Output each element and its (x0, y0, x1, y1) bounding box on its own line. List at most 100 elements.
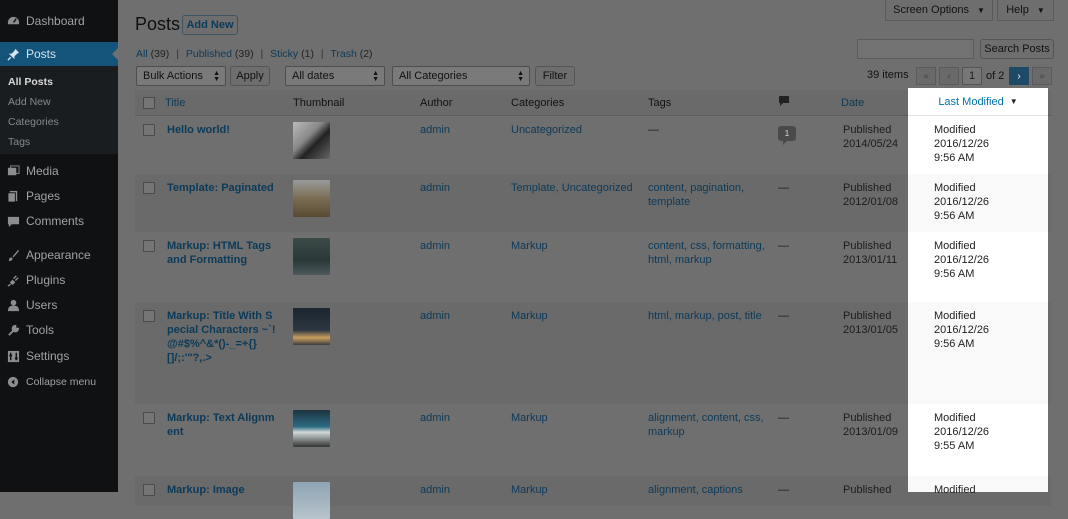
author-link[interactable]: admin (420, 239, 450, 253)
filter-separator: | (260, 48, 264, 60)
submenu-add-new[interactable]: Add New (8, 96, 51, 108)
filter-separator: | (176, 48, 179, 60)
select-arrows-icon: ▲ ▼ (517, 70, 524, 83)
column-comments[interactable] (779, 96, 789, 109)
post-title-link[interactable]: Template: Paginated (167, 181, 287, 195)
date-filter-select[interactable]: All dates ▲ ▼ (285, 66, 385, 86)
post-title-link[interactable]: Hello world! (167, 123, 279, 137)
author-link[interactable]: admin (420, 483, 450, 497)
post-thumbnail[interactable] (293, 238, 330, 275)
author-link[interactable]: admin (420, 181, 450, 195)
collapse-menu-label: Collapse menu (26, 376, 97, 388)
category-link[interactable]: Markup (511, 309, 548, 323)
select-arrows-icon: ▲ ▼ (213, 70, 220, 83)
category-link[interactable]: Uncategorized (511, 123, 582, 137)
comment-count-badge[interactable]: 1 (778, 126, 796, 145)
main-content: Screen Options ▼ Help ▼ Posts Add New Al… (118, 0, 1068, 519)
screen-options-button[interactable]: Screen Options ▼ (885, 0, 993, 21)
post-thumbnail[interactable] (293, 482, 330, 519)
row-checkbox[interactable] (143, 484, 155, 496)
search-posts-button[interactable]: Search Posts (980, 39, 1054, 59)
row-checkbox[interactable] (143, 412, 155, 424)
help-label: Help (1006, 4, 1029, 16)
user-icon (6, 298, 20, 312)
date-value: 2014/05/24 (843, 138, 899, 150)
modified-time: 9:56 AM (934, 152, 975, 164)
category-filter-select[interactable]: All Categories ▲ ▼ (392, 66, 530, 86)
author-link[interactable]: admin (420, 411, 450, 425)
modified-time: 9:56 AM (934, 210, 975, 222)
filter-trash[interactable]: Trash (330, 48, 356, 60)
last-modified-cell: Modified 2016/12/26 9:56 AM (908, 302, 1048, 404)
admin-sidebar: Dashboard Posts All Posts Add New Catego… (0, 0, 118, 492)
category-link[interactable]: Markup (511, 239, 548, 253)
menu-plugins[interactable]: Plugins (0, 268, 118, 292)
date-status: Published (843, 240, 892, 252)
collapse-menu-button[interactable]: Collapse menu (0, 370, 118, 394)
total-pages: of 2 (986, 70, 1005, 82)
menu-media[interactable]: Media (0, 159, 118, 183)
submenu-tags[interactable]: Tags (8, 136, 30, 148)
filter-sticky[interactable]: Sticky (270, 48, 298, 60)
menu-users[interactable]: Users (0, 293, 118, 317)
tag-links[interactable]: content, css, formatting, html, markup (648, 239, 768, 267)
author-link[interactable]: admin (420, 309, 450, 323)
bulk-actions-select[interactable]: Bulk Actions ▲ ▼ (136, 66, 226, 86)
column-title[interactable]: Title (165, 97, 185, 109)
post-title-link[interactable]: Markup: HTML Tags and Formatting (167, 239, 279, 267)
row-checkbox[interactable] (143, 310, 155, 322)
next-page-button[interactable]: › (1009, 67, 1029, 85)
menu-users-label: Users (26, 298, 58, 312)
tag-links[interactable]: content, pagination, template (648, 181, 748, 209)
menu-posts[interactable]: Posts (0, 42, 118, 66)
menu-settings[interactable]: Settings (0, 344, 118, 368)
row-checkbox[interactable] (143, 182, 155, 194)
modified-date: 2016/12/26 (934, 138, 990, 150)
status-filters: All (39) | Published (39) | Sticky (1) |… (136, 48, 373, 60)
last-modified-cell: Modified (908, 476, 1048, 496)
column-last-modified[interactable]: Last Modified ▼ (908, 88, 1048, 116)
prev-page-button[interactable]: ‹ (939, 67, 959, 85)
menu-dashboard[interactable]: Dashboard (0, 9, 118, 33)
filter-published[interactable]: Published (186, 48, 232, 60)
first-page-button[interactable]: « (916, 67, 936, 85)
post-thumbnail[interactable] (293, 122, 330, 159)
add-new-button[interactable]: Add New (182, 15, 238, 35)
menu-pages[interactable]: Pages (0, 184, 118, 208)
tag-links[interactable]: alignment, captions (648, 483, 768, 497)
filter-all[interactable]: All (136, 48, 148, 60)
screen-options-label: Screen Options (893, 4, 969, 16)
select-all-checkbox[interactable] (143, 97, 155, 109)
last-page-button[interactable]: » (1032, 67, 1052, 85)
apply-button[interactable]: Apply (230, 66, 270, 86)
menu-tools[interactable]: Tools (0, 318, 118, 342)
menu-plugins-label: Plugins (26, 273, 66, 287)
row-checkbox[interactable] (143, 240, 155, 252)
category-link[interactable]: Markup (511, 483, 548, 497)
category-link[interactable]: Template, Uncategorized (511, 181, 636, 195)
row-checkbox[interactable] (143, 124, 155, 136)
menu-appearance[interactable]: Appearance (0, 243, 118, 267)
menu-comments[interactable]: Comments (0, 209, 118, 233)
post-title-link[interactable]: Markup: Image (167, 483, 277, 497)
filter-button[interactable]: Filter (535, 66, 575, 86)
search-input[interactable] (857, 39, 974, 59)
tag-links[interactable]: html, markup, post, title (648, 309, 768, 323)
current-page-input[interactable]: 1 (962, 67, 982, 85)
author-link[interactable]: admin (420, 123, 450, 137)
modified-date: 2016/12/26 (934, 426, 990, 438)
post-thumbnail[interactable] (293, 410, 330, 447)
submenu-all-posts[interactable]: All Posts (8, 76, 53, 88)
category-link[interactable]: Markup (511, 411, 548, 425)
help-button[interactable]: Help ▼ (997, 0, 1054, 21)
submenu-categories[interactable]: Categories (8, 116, 59, 128)
media-icon (6, 164, 20, 178)
post-title-link[interactable]: Markup: Title With Special Characters ~`… (167, 309, 277, 365)
column-date[interactable]: Date (841, 97, 864, 109)
post-thumbnail[interactable] (293, 180, 330, 217)
modified-label: Modified (934, 310, 976, 322)
tag-links[interactable]: alignment, content, css, markup (648, 411, 768, 439)
post-title-link[interactable]: Markup: Text Alignment (167, 411, 277, 439)
post-thumbnail[interactable] (293, 308, 330, 345)
items-count: 39 items (867, 69, 909, 81)
